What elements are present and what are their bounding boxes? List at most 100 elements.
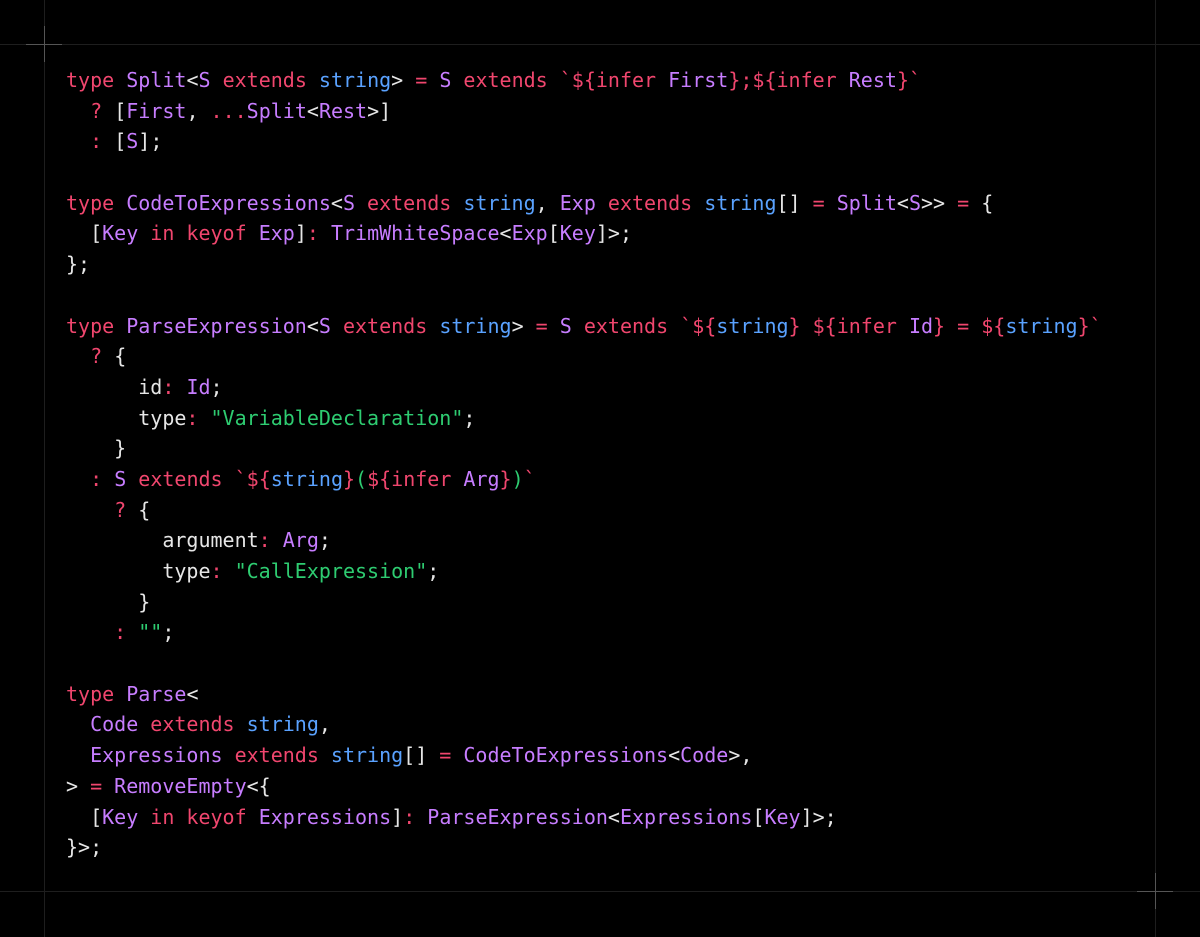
operator-token: = xyxy=(403,68,440,92)
type-token: S xyxy=(908,190,922,215)
type-token: CodeToExpressions xyxy=(126,190,331,215)
type-token: Code xyxy=(680,743,729,768)
keyword-token: extends xyxy=(210,68,319,92)
operator-token: : xyxy=(90,129,115,154)
keyword-token: extends xyxy=(138,712,247,737)
keyword-token: infer xyxy=(776,68,849,92)
operator-token: ? xyxy=(90,344,115,369)
punctuation-token: [] xyxy=(776,190,801,215)
type-token: S xyxy=(114,466,127,491)
keyword-token: infer xyxy=(595,68,669,92)
type-token: Split xyxy=(836,190,897,215)
punctuation-token: [ xyxy=(114,98,127,123)
type-token: Rest xyxy=(848,68,897,92)
code-line: : S extends `${string}(${infer Arg})` xyxy=(66,464,1102,495)
text-token: id xyxy=(138,374,163,399)
type-token: Expressions xyxy=(258,804,392,829)
keyword-token: infer xyxy=(391,466,464,491)
code-line: }>; xyxy=(66,832,1102,863)
crosshair-bottom-right-icon xyxy=(1137,873,1173,909)
frame-line-top xyxy=(0,44,1200,45)
punctuation-token: , xyxy=(186,98,211,123)
type-token: ParseExpression xyxy=(427,804,608,829)
operator-token: = xyxy=(78,773,115,798)
punctuation-token: ; xyxy=(427,559,440,583)
punctuation-token: } xyxy=(138,589,151,614)
code-line: ? [First, ...Split<Rest>] xyxy=(66,96,1102,127)
operator-token: = xyxy=(523,313,560,338)
keyword-token: type xyxy=(66,190,127,215)
type-token: Split xyxy=(246,98,307,123)
primitive-token: string xyxy=(716,313,789,338)
type-token: Key xyxy=(559,221,596,246)
punctuation-token: [] xyxy=(403,743,428,768)
operator-token: : xyxy=(306,221,331,246)
keyword-token: extends xyxy=(222,743,331,768)
type-token: S xyxy=(126,129,139,154)
primitive-token: string xyxy=(330,743,404,768)
keyword-token: } xyxy=(342,466,356,491)
punctuation-token: [ xyxy=(90,221,103,246)
type-token: Id xyxy=(908,313,934,338)
frame-line-right xyxy=(1155,0,1156,937)
primitive-token: string xyxy=(246,712,319,737)
operator-token: = xyxy=(945,313,982,338)
punctuation-token: > xyxy=(391,68,404,92)
punctuation-token: ]>; xyxy=(800,804,837,829)
type-token: Key xyxy=(102,804,139,829)
punctuation-token: { xyxy=(981,190,994,215)
punctuation-token: >] xyxy=(367,98,392,123)
operator-token: : xyxy=(162,374,187,399)
keyword-token: extends xyxy=(571,313,681,338)
keyword-token: extends xyxy=(355,190,464,215)
type-token: First xyxy=(668,68,729,92)
string-token: ( xyxy=(355,466,368,491)
code-line: Expressions extends string[] = CodeToExp… xyxy=(66,740,1102,771)
keyword-token: ${ xyxy=(367,466,392,491)
keyword-token: extends xyxy=(330,313,440,338)
punctuation-token: <{ xyxy=(246,773,271,798)
keyword-token: in keyof xyxy=(138,804,259,829)
punctuation-token: < xyxy=(499,221,512,246)
punctuation-token: , xyxy=(535,190,560,215)
type-token: Rest xyxy=(318,98,368,123)
keyword-token: ` xyxy=(523,466,536,491)
code-line: [Key in keyof Expressions]: ParseExpress… xyxy=(66,802,1102,833)
type-token: Key xyxy=(764,804,801,829)
type-token: TrimWhiteSpace xyxy=(330,221,500,246)
string-token: ) xyxy=(511,466,524,491)
punctuation-token: ]>; xyxy=(595,221,632,246)
operator-token: : xyxy=(403,804,428,829)
operator-token: : xyxy=(114,620,139,645)
punctuation-token: }>; xyxy=(66,835,103,860)
code-line: type ParseExpression<S extends string> =… xyxy=(66,311,1102,342)
code-line: type CodeToExpressions<S extends string,… xyxy=(66,188,1102,219)
punctuation-token: < xyxy=(306,313,319,338)
type-token: Expressions xyxy=(90,743,223,768)
code-line: } xyxy=(66,587,1102,618)
punctuation-token: > xyxy=(511,313,524,338)
punctuation-token: [ xyxy=(752,804,765,829)
operator-token: = xyxy=(945,190,982,215)
type-token: CodeToExpressions xyxy=(463,743,669,768)
punctuation-token: { xyxy=(114,344,127,369)
type-token: Split xyxy=(126,68,187,92)
punctuation-token: < xyxy=(186,681,199,706)
code-line: > = RemoveEmpty<{ xyxy=(66,771,1102,802)
punctuation-token: ] xyxy=(391,804,404,829)
primitive-token: string xyxy=(1005,313,1078,338)
primitive-token: string xyxy=(318,68,392,92)
punctuation-token: ; xyxy=(463,405,476,430)
keyword-token: };${ xyxy=(728,68,777,92)
type-token: RemoveEmpty xyxy=(114,773,247,798)
keyword-token: type xyxy=(66,681,127,706)
